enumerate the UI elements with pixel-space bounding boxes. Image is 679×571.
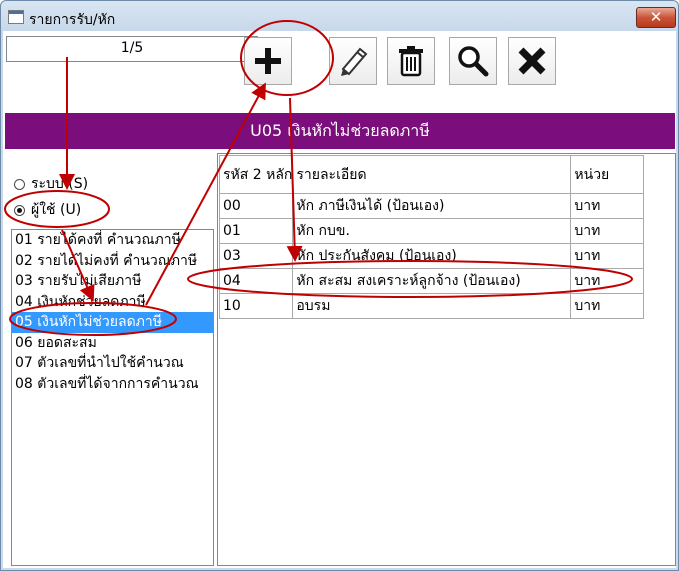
table-row[interactable]: 01 หัก กบข. บาท [218,218,645,244]
list-item[interactable]: 02 รายได้ไม่คงที่ คำนวณภาษี [12,251,213,272]
list-item[interactable]: 07 ตัวเลขที่นำไปใช้คำนวณ [12,353,213,374]
column-header-detail[interactable]: รายละเอียด [292,155,572,194]
list-item[interactable]: 01 รายได้คงที่ คำนวณภาษี [12,230,213,251]
add-icon [255,48,281,74]
cell-unit[interactable]: บาท [570,243,645,269]
banner-title: U05 เงินหักไม่ช่วยลดภาษี [250,121,430,140]
table-row[interactable]: 00 หัก ภาษีเงินได้ (ป้อนเอง) บาท [218,193,645,219]
close-button[interactable]: ✕ [636,7,676,28]
list-item-selected[interactable]: 05 เงินหักไม่ช่วยลดภาษี [12,312,213,333]
cancel-button[interactable] [508,37,556,85]
delete-button[interactable] [387,37,435,85]
section-banner: U05 เงินหักไม่ช่วยลดภาษี [5,113,675,149]
record-counter: 1/5 [6,36,258,62]
list-item[interactable]: 03 รายรับไม่เสียภาษี [12,271,213,292]
table-row[interactable]: 03 หัก ประกันสังคม (ป้อนเอง) บาท [218,243,645,269]
add-button[interactable] [244,37,292,85]
radio-system[interactable]: ระบบ (S) [14,173,88,195]
edit-button[interactable] [329,37,377,85]
cell-code[interactable]: 00 [218,193,294,219]
radio-system-label: ระบบ (S) [31,176,89,192]
cell-code[interactable]: 03 [218,243,294,269]
cell-unit[interactable]: บาท [570,293,645,319]
radio-system-indicator [14,178,25,190]
search-icon [458,46,489,77]
window-title: รายการรับ/หัก [29,12,116,28]
items-grid: รหัส 2 หลัก รายละเอียด หน่วย 00 หัก ภาษี… [217,153,676,566]
cell-detail[interactable]: หัก กบข. [292,218,572,244]
trash-icon [399,46,423,77]
window-icon [8,10,24,24]
column-header-code[interactable]: รหัส 2 หลัก [218,155,294,194]
cell-detail[interactable]: หัก ภาษีเงินได้ (ป้อนเอง) [292,193,572,219]
radio-user-indicator [14,204,25,216]
cell-unit[interactable]: บาท [570,218,645,244]
title-bar: รายการรับ/หัก ✕ [1,1,678,33]
table-header-row: รหัส 2 หลัก รายละเอียด หน่วย [218,155,645,194]
category-list[interactable]: 01 รายได้คงที่ คำนวณภาษี 02 รายได้ไม่คงท… [11,229,214,566]
cell-detail[interactable]: หัก สะสม สงเคราะห์ลูกจ้าง (ป้อนเอง) [292,268,572,294]
edit-icon [341,47,368,76]
cell-detail[interactable]: อบรม [292,293,572,319]
cell-code[interactable]: 10 [218,293,294,319]
table-row[interactable]: 04 หัก สะสม สงเคราะห์ลูกจ้าง (ป้อนเอง) บ… [218,268,645,294]
cell-unit[interactable]: บาท [570,268,645,294]
list-item[interactable]: 04 เงินหักช่วยลดภาษี [12,292,213,313]
radio-user-label: ผู้ใช้ (U) [31,202,82,218]
list-item[interactable]: 08 ตัวเลขที่ได้จากการคำนวณ [12,374,213,395]
items-table: รหัส 2 หลัก รายละเอียด หน่วย 00 หัก ภาษี… [218,155,645,319]
cell-code[interactable]: 04 [218,268,294,294]
search-button[interactable] [449,37,497,85]
list-item[interactable]: 06 ยอดสะสม [12,333,213,354]
table-row[interactable]: 10 อบรม บาท [218,293,645,319]
cell-unit[interactable]: บาท [570,193,645,219]
window-content: 1/5 U05 เงินหักไม่ช่วยลดภาษี ระบบ (S) ผู… [3,31,676,568]
app-window: รายการรับ/หัก ✕ 1/5 U05 เงินหักไม่ช่วยลด… [0,0,679,571]
column-header-unit[interactable]: หน่วย [570,155,645,194]
cell-detail[interactable]: หัก ประกันสังคม (ป้อนเอง) [292,243,572,269]
radio-user[interactable]: ผู้ใช้ (U) [14,199,81,221]
close-x-icon [518,47,546,75]
cell-code[interactable]: 01 [218,218,294,244]
